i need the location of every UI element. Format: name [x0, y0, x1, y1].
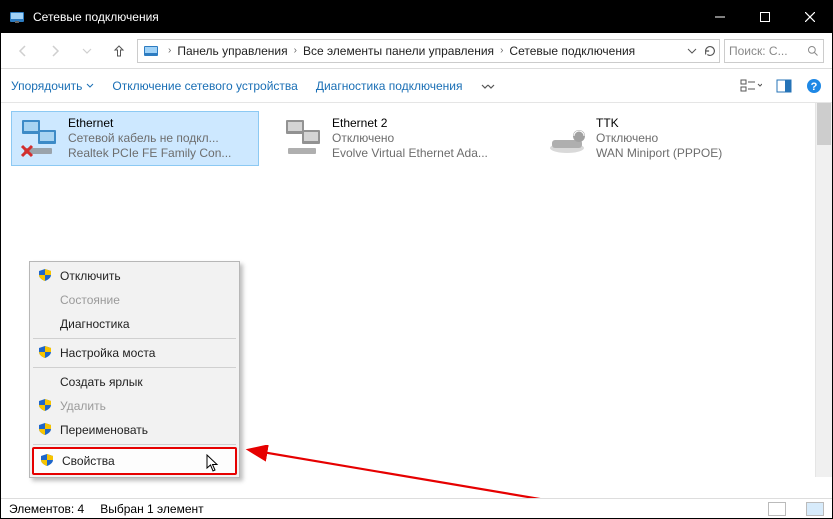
control-panel-icon: [143, 43, 161, 59]
menu-item-label: Свойства: [62, 454, 115, 468]
close-button[interactable]: [787, 1, 832, 33]
adapter-name: Ethernet: [68, 116, 231, 131]
uac-shield-icon: [40, 453, 54, 467]
refresh-icon[interactable]: [703, 44, 717, 58]
adapter-item[interactable]: Ethernet Сетевой кабель не подкл... Real…: [11, 111, 259, 166]
breadcrumb-part[interactable]: Все элементы панели управления: [301, 44, 496, 58]
adapter-status: Отключено: [332, 131, 488, 146]
network-adapter-icon: [282, 116, 324, 158]
menu-separator: [33, 338, 236, 339]
item-count: Элементов: 4: [9, 502, 84, 516]
menu-item-label: Удалить: [60, 399, 106, 413]
preview-pane-button[interactable]: [776, 78, 792, 94]
chevron-down-icon: [86, 82, 94, 90]
menu-item[interactable]: Переименовать: [32, 418, 237, 442]
command-bar: Упорядочить Отключение сетевого устройст…: [1, 69, 832, 103]
search-placeholder: Поиск: С...: [729, 44, 788, 58]
uac-shield-icon: [38, 268, 52, 282]
network-adapter-icon: [546, 116, 588, 158]
adapter-device: WAN Miniport (PPPOE): [596, 146, 722, 161]
menu-item: Удалить: [32, 394, 237, 418]
organize-menu[interactable]: Упорядочить: [11, 79, 94, 93]
recent-locations-button[interactable]: [73, 37, 101, 65]
details-view-button[interactable]: [768, 502, 786, 516]
menu-separator: [33, 367, 236, 368]
vertical-scrollbar[interactable]: [815, 103, 832, 477]
uac-shield-icon: [38, 398, 52, 412]
minimize-button[interactable]: [697, 1, 742, 33]
search-icon: [807, 45, 819, 57]
menu-item-label: Переименовать: [60, 423, 148, 437]
breadcrumb-part[interactable]: Сетевые подключения: [507, 44, 637, 58]
menu-item-label: Отключить: [60, 269, 121, 283]
menu-item[interactable]: Диагностика: [32, 312, 237, 336]
maximize-button[interactable]: [742, 1, 787, 33]
search-input[interactable]: Поиск: С...: [724, 39, 824, 63]
back-button[interactable]: [9, 37, 37, 65]
control-panel-icon: [9, 9, 25, 25]
menu-item-label: Настройка моста: [60, 346, 155, 360]
adapter-status: Сетевой кабель не подкл...: [68, 131, 231, 146]
chevron-right-icon: ›: [290, 45, 301, 56]
adapter-device: Evolve Virtual Ethernet Ada...: [332, 146, 488, 161]
menu-item-label: Состояние: [60, 293, 120, 307]
menu-item-label: Создать ярлык: [60, 375, 143, 389]
overflow-chevrons-icon[interactable]: [481, 81, 495, 91]
annotation-arrow: [245, 445, 615, 499]
menu-separator: [33, 444, 236, 445]
content-area: Ethernet Сетевой кабель не подкл... Real…: [1, 103, 832, 499]
address-box[interactable]: › Панель управления › Все элементы панел…: [137, 39, 720, 63]
menu-item[interactable]: Настройка моста: [32, 341, 237, 365]
status-bar: Элементов: 4 Выбран 1 элемент: [1, 498, 832, 518]
up-button[interactable]: [105, 37, 133, 65]
network-adapter-icon: [18, 116, 60, 158]
uac-shield-icon: [38, 345, 52, 359]
address-bar: › Панель управления › Все элементы панел…: [1, 33, 832, 69]
breadcrumb-part[interactable]: Панель управления: [175, 44, 289, 58]
context-menu: Отключить Состояние Диагностика Настройка м…: [29, 261, 240, 478]
chevron-right-icon: ›: [496, 45, 507, 56]
svg-text:?: ?: [811, 81, 818, 93]
forward-button[interactable]: [41, 37, 69, 65]
help-icon[interactable]: ?: [806, 78, 822, 94]
large-icons-view-button[interactable]: [806, 502, 824, 516]
adapter-item[interactable]: TTK Отключено WAN Miniport (PPPOE): [539, 111, 787, 166]
view-options-button[interactable]: [740, 78, 762, 94]
chevron-right-icon: ›: [164, 45, 175, 56]
uac-shield-icon: [38, 422, 52, 436]
chevron-down-icon[interactable]: [687, 46, 697, 56]
menu-item[interactable]: Отключить: [32, 264, 237, 288]
adapter-name: TTK: [596, 116, 722, 131]
menu-item: Состояние: [32, 288, 237, 312]
adapter-status: Отключено: [596, 131, 722, 146]
cursor-icon: [206, 454, 220, 472]
window-title: Сетевые подключения: [33, 10, 159, 24]
menu-item[interactable]: Свойства: [32, 447, 237, 475]
diagnose-connection-button[interactable]: Диагностика подключения: [316, 79, 463, 93]
menu-item[interactable]: Создать ярлык: [32, 370, 237, 394]
menu-item-label: Диагностика: [60, 317, 130, 331]
adapter-item[interactable]: Ethernet 2 Отключено Evolve Virtual Ethe…: [275, 111, 523, 166]
titlebar: Сетевые подключения: [1, 1, 832, 33]
adapter-device: Realtek PCIe FE Family Con...: [68, 146, 231, 161]
disable-device-button[interactable]: Отключение сетевого устройства: [112, 79, 297, 93]
selection-count: Выбран 1 элемент: [100, 502, 203, 516]
adapter-name: Ethernet 2: [332, 116, 488, 131]
